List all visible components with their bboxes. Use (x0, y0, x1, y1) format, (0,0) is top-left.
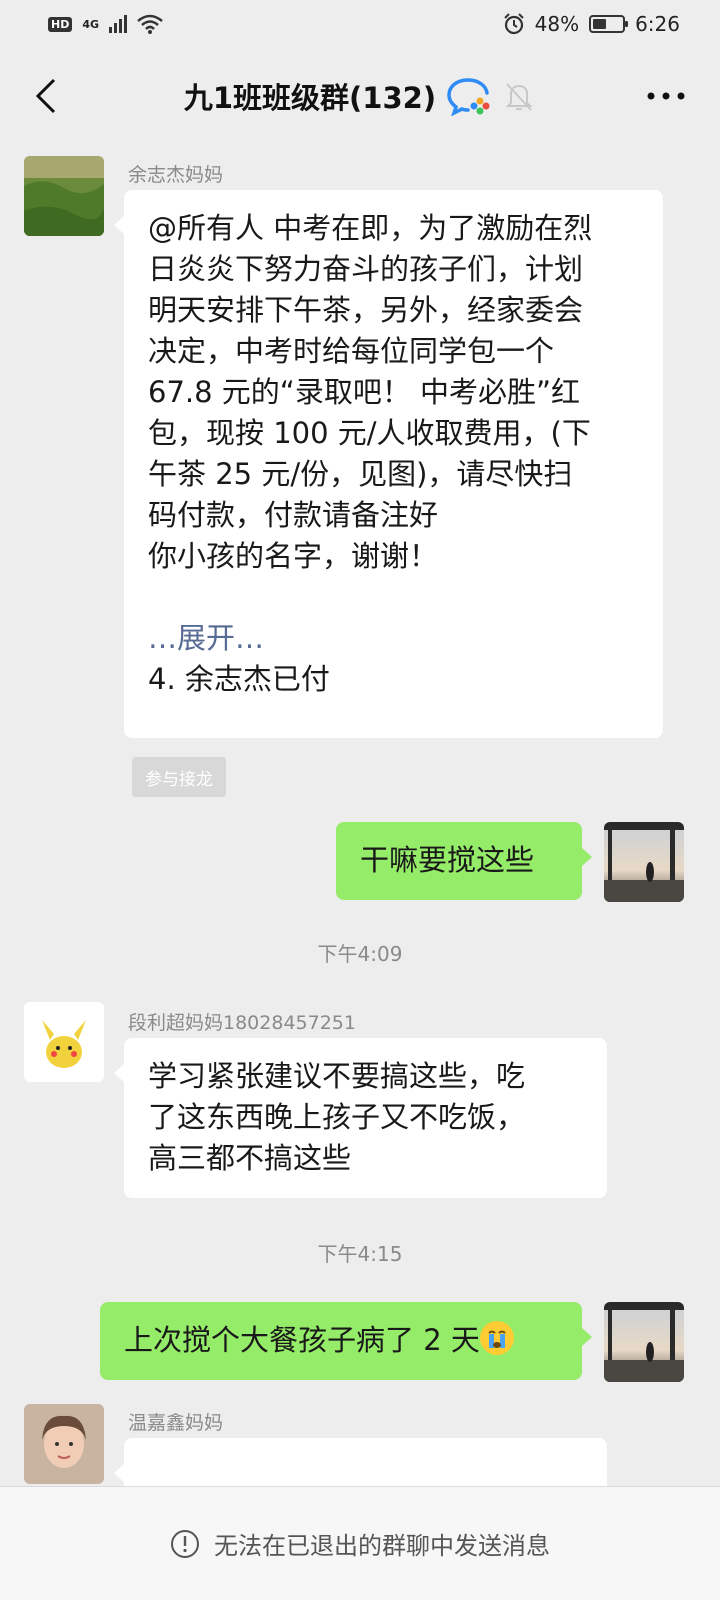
message-line: 4. 余志杰已付 (148, 662, 330, 696)
avatar-self[interactable] (604, 1302, 684, 1382)
wifi-icon (137, 14, 163, 34)
mute-bell-icon (505, 83, 533, 111)
message-line: 明天安排下午茶，另外，经家委会 (148, 293, 584, 327)
network-type: 4G (82, 17, 100, 31)
message-line: 码付款，付款请备注好 (148, 498, 439, 532)
status-bar: HD 4G 48% 6:26 (0, 0, 720, 48)
more-dots-icon (647, 92, 685, 100)
avatar-sender-3[interactable] (24, 1404, 104, 1484)
wecom-group-icon (447, 78, 490, 116)
message-line: 高三都不搞这些 (148, 1141, 352, 1175)
timestamp: 下午4:15 (317, 1242, 403, 1266)
portrait-photo-avatar (24, 1404, 104, 1484)
sender-name: 段利超妈妈18028457251 (128, 1012, 356, 1034)
message-line: 了这东西晚上孩子又不吃饭， (148, 1100, 526, 1134)
chat-area[interactable]: 余志杰妈妈 @所有人 中考在即，为了激励在烈 日炎炎下努力奋斗的孩子们，计划 明… (0, 140, 720, 1486)
hd-badge: HD (48, 16, 73, 32)
battery-percent: 48% (534, 12, 580, 36)
pikachu-avatar (24, 1002, 104, 1082)
message-line: 你小孩的名字，谢谢！ (148, 539, 439, 573)
clock: 6:26 (635, 12, 680, 36)
sender-name: 余志杰妈妈 (128, 164, 224, 186)
nav-bar: 九1班班级群(132) (0, 52, 720, 140)
sunset-photo-avatar (604, 1302, 684, 1382)
message-bubble[interactable]: 学习紧张建议不要搞这些，吃 了这东西晚上孩子又不吃饭， 高三都不搞这些 (114, 1038, 607, 1198)
status-left: HD 4G (48, 14, 163, 34)
grass-photo-avatar (24, 156, 104, 236)
message-line: @所有人 中考在即，为了激励在烈 (148, 211, 593, 245)
message-row: 上次搅个大餐孩子病了 2 天 (124, 1320, 558, 1361)
sender-name: 温嘉鑫妈妈 (128, 1412, 224, 1434)
message-line: 包，现按 100 元/人收取费用，(下 (148, 416, 591, 450)
alarm-icon (503, 13, 524, 35)
avatar-sender-1[interactable] (24, 156, 104, 236)
message-line: 午茶 25 元/份，见图)，请尽快扫 (148, 457, 573, 491)
message-bubble[interactable]: @所有人 中考在即，为了激励在烈 日炎炎下努力奋斗的孩子们，计划 明天安排下午茶… (114, 190, 663, 738)
timestamp: 下午4:09 (317, 942, 403, 966)
chat-title: 九1班班级群(132) (183, 81, 437, 115)
footer-notice: 无法在已退出的群聊中发送消息 (0, 1486, 720, 1600)
message-text: 上次搅个大餐孩子病了 2 天 (124, 1323, 480, 1357)
footer-text: 无法在已退出的群聊中发送消息 (214, 1532, 550, 1560)
sunset-photo-avatar (604, 822, 684, 902)
message-line: 日炎炎下努力奋斗的孩子们，计划 (148, 252, 584, 286)
expand-link[interactable]: …展开… (148, 618, 639, 659)
avatar-self[interactable] (604, 822, 684, 902)
battery-icon (589, 15, 629, 33)
message-text: 干嘛要搅这些 (360, 843, 535, 877)
title-group: 九1班班级群(132) (0, 52, 720, 140)
crying-face-emoji-icon (479, 1321, 514, 1355)
message-line: 67.8 元的“录取吧！ 中考必胜”红 (148, 375, 581, 409)
message-line: 学习紧张建议不要搞这些，吃 (148, 1059, 526, 1093)
signal-icon (109, 15, 128, 33)
avatar-sender-2[interactable] (24, 1002, 104, 1082)
message-bubble[interactable] (114, 1438, 607, 1486)
status-right: 48% 6:26 (503, 12, 680, 36)
join-jielong-button[interactable]: 参与接龙 (132, 757, 226, 797)
message-bubble-outgoing[interactable]: 干嘛要搅这些 (336, 822, 592, 900)
message-line: 决定，中考时给每位同学包一个 (148, 334, 555, 368)
more-button[interactable] (640, 70, 692, 122)
message-bubble-outgoing[interactable]: 上次搅个大餐孩子病了 2 天 (100, 1302, 592, 1380)
info-circle-icon (171, 1529, 199, 1558)
